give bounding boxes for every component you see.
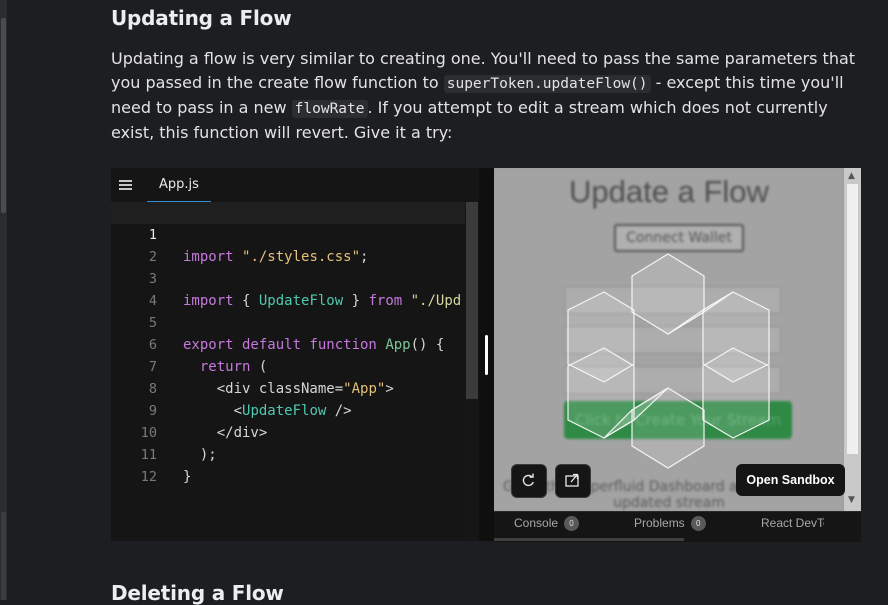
code-scrollbar-thumb[interactable] (466, 202, 478, 399)
hexagon-loader-icon (567, 253, 770, 469)
section-title: Updating a Flow (111, 6, 292, 30)
sandpack-embed: App.js 1 import "./styles.css"; 2 3 impo… (111, 168, 861, 542)
preview-pane: Update a Flow Connect Wallet Click to Cr… (494, 168, 861, 511)
code-line: 10 ); (111, 400, 465, 463)
code-line: 8 <UpdateFlow /> (111, 356, 465, 419)
preview-scrollbar[interactable]: ▲ ▼ (844, 168, 861, 511)
code-line: 11 } (111, 422, 465, 485)
preview-scrollbar-thumb[interactable] (847, 184, 858, 454)
code-punct: } (183, 469, 192, 485)
code-line: 9 </div> (111, 378, 465, 441)
page-scrollbar-track (1, 512, 6, 600)
next-section-title: Deleting a Flow (111, 581, 284, 605)
resize-handle[interactable] (485, 335, 488, 375)
editor-tab-bar: App.js (111, 168, 479, 203)
code-editor: App.js 1 import "./styles.css"; 2 3 impo… (111, 168, 479, 541)
code-line: 3 import { UpdateFlow } from "./Upd (111, 246, 465, 309)
code-line: 7 <div className="App"> (111, 334, 465, 397)
code-line: 1 import "./styles.css"; (111, 202, 465, 265)
tab-react-devtools-label: React DevTools (761, 516, 824, 530)
preview-title: Update a Flow (569, 174, 769, 209)
code-line: 12 (111, 444, 465, 485)
open-in-new-window-icon (565, 473, 579, 487)
code-line: 4 (111, 268, 465, 309)
article-paragraph: Updating a flow is very similar to creat… (111, 47, 856, 145)
problems-count-badge: 0 (690, 516, 706, 532)
tab-react-devtools[interactable]: React DevTools (761, 516, 824, 530)
code-line: 6 return ( (111, 312, 465, 375)
refresh-button[interactable] (511, 464, 547, 498)
line-number: 12 (140, 469, 157, 485)
hamburger-menu-icon[interactable] (119, 178, 133, 192)
code-line: 2 (111, 224, 465, 265)
code-scrollbar[interactable] (465, 202, 479, 541)
tab-problems[interactable]: Problems 0 (634, 516, 706, 532)
code-line: 5 export default function App() { (111, 290, 465, 353)
page-scrollbar[interactable] (0, 0, 7, 600)
refresh-icon (522, 473, 534, 487)
tab-app-js[interactable]: App.js (147, 168, 211, 203)
connect-wallet-button[interactable]: Connect Wallet (614, 224, 744, 252)
console-count-badge: 0 (564, 516, 580, 532)
tab-problems-label: Problems (634, 516, 685, 530)
devtools-tab-bar: Console 0 Problems 0 React DevTools (494, 511, 861, 542)
inline-code-flowrate: flowRate (291, 100, 368, 118)
pane-divider (479, 168, 494, 541)
inline-code-update-flow: superToken.updateFlow() (443, 75, 651, 93)
scroll-up-arrow-icon[interactable]: ▲ (848, 171, 855, 181)
tab-console[interactable]: Console 0 (514, 516, 580, 532)
open-sandbox-button[interactable]: Open Sandbox (736, 464, 845, 496)
open-in-new-window-button[interactable] (555, 464, 591, 498)
tab-console-label: Console (514, 516, 559, 530)
devtools-scrollbar[interactable] (494, 538, 684, 541)
page-scrollbar-thumb[interactable] (1, 18, 6, 213)
scroll-down-arrow-icon[interactable]: ▼ (848, 495, 855, 505)
code-content[interactable]: 1 import "./styles.css"; 2 3 import { Up… (111, 202, 465, 541)
